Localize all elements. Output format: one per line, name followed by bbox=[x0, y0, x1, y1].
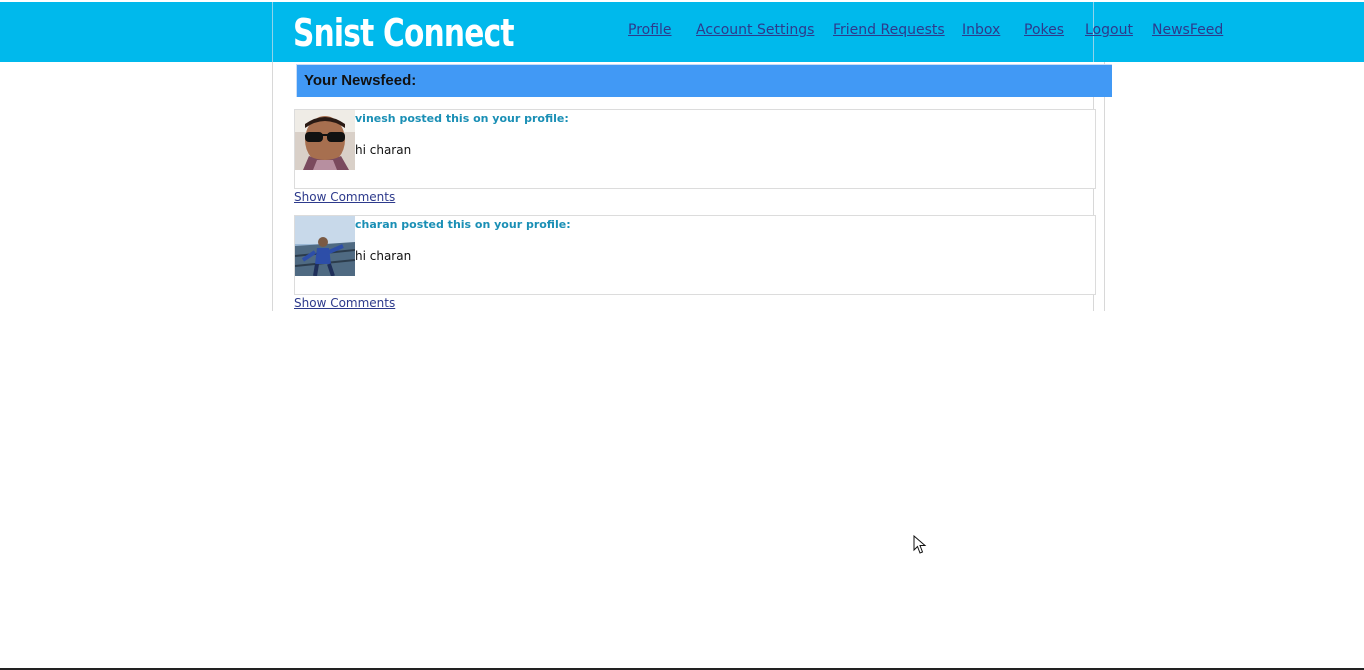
nav-inbox-link[interactable]: Inbox bbox=[962, 22, 1000, 38]
post-author-line: vinesh posted this on your profile: bbox=[355, 112, 569, 125]
top-navigation-bar: Snist Connect Profile Account Settings F… bbox=[0, 2, 1364, 62]
nav-logout-link[interactable]: Logout bbox=[1085, 22, 1133, 38]
post-body: hi charan bbox=[355, 249, 412, 263]
nav-profile-link[interactable]: Profile bbox=[628, 22, 672, 38]
show-comments-link[interactable]: Show Comments bbox=[294, 296, 395, 310]
post-body: hi charan bbox=[355, 143, 412, 157]
feed-post: vinesh posted this on your profile: hi c… bbox=[294, 109, 1096, 189]
newsfeed-header: Your Newsfeed: bbox=[296, 64, 1112, 97]
show-comments-link[interactable]: Show Comments bbox=[294, 190, 395, 204]
main-nav: Profile Account Settings Friend Requests… bbox=[0, 22, 1364, 44]
feed-post: charan posted this on your profile: hi c… bbox=[294, 215, 1096, 295]
avatar-charan-icon bbox=[295, 216, 355, 276]
post-author-line: charan posted this on your profile: bbox=[355, 218, 571, 231]
content-border-left bbox=[272, 62, 273, 311]
avatar-vinesh-icon bbox=[295, 110, 355, 170]
nav-pokes-link[interactable]: Pokes bbox=[1024, 22, 1064, 38]
nav-account-settings-link[interactable]: Account Settings bbox=[696, 22, 814, 38]
nav-friend-requests-link[interactable]: Friend Requests bbox=[833, 22, 945, 38]
content-border-right bbox=[1104, 62, 1105, 311]
newsfeed-title: Your Newsfeed: bbox=[304, 72, 417, 89]
pointer-cursor-icon bbox=[913, 535, 927, 554]
avatar[interactable] bbox=[295, 110, 355, 170]
nav-newsfeed-link[interactable]: NewsFeed bbox=[1152, 22, 1223, 38]
avatar[interactable] bbox=[295, 216, 355, 276]
